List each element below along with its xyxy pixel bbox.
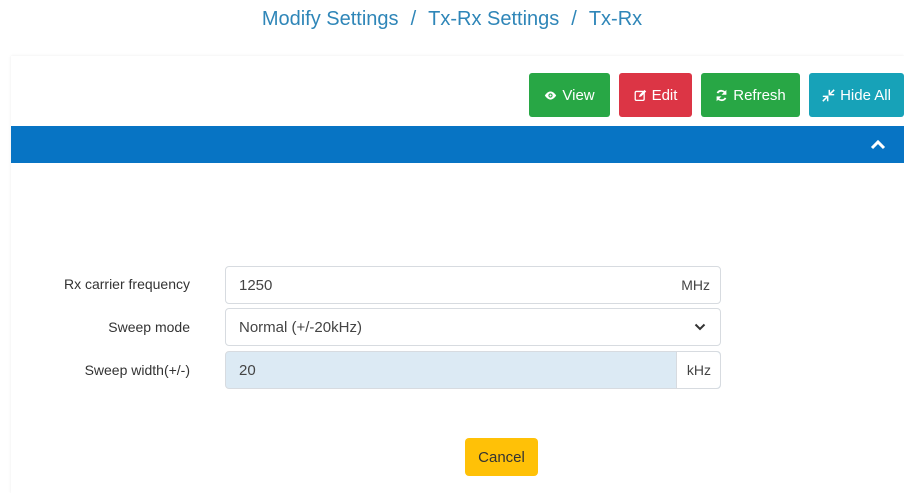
toolbar: View Edit Refresh Hide All xyxy=(0,73,904,117)
edit-button-label: Edit xyxy=(651,86,678,104)
sweep-mode-value: Normal (+/-20kHz) xyxy=(239,318,362,336)
sweep-width-unit: kHz xyxy=(675,352,720,388)
sweep-mode-select[interactable]: Normal (+/-20kHz) xyxy=(225,308,721,346)
sweep-mode-label: Sweep mode xyxy=(108,319,190,335)
view-button[interactable]: View xyxy=(529,73,610,117)
breadcrumb-item-tx-rx-settings[interactable]: Tx-Rx Settings xyxy=(428,8,559,30)
refresh-button[interactable]: Refresh xyxy=(701,73,800,117)
chevron-down-icon xyxy=(694,323,706,331)
sweep-width-label: Sweep width(+/-) xyxy=(84,362,190,378)
chevron-up-icon[interactable] xyxy=(870,138,886,150)
hide-all-button-label: Hide All xyxy=(840,86,891,104)
breadcrumb-separator: / xyxy=(571,8,577,30)
rx-carrier-frequency-label: Rx carrier frequency xyxy=(63,276,190,292)
section-header-bar xyxy=(11,126,904,163)
edit-button[interactable]: Edit xyxy=(619,73,692,117)
refresh-icon xyxy=(716,89,727,101)
breadcrumb-separator: / xyxy=(410,8,417,30)
eye-icon xyxy=(545,90,557,100)
refresh-button-label: Refresh xyxy=(733,86,786,104)
rx-carrier-frequency-unit: MHz xyxy=(681,277,710,293)
edit-icon xyxy=(634,89,646,101)
rx-carrier-frequency-value: 1250 xyxy=(239,276,273,294)
rx-carrier-frequency-field[interactable]: 1250 MHz xyxy=(225,266,721,304)
breadcrumb-item-tx-rx: Tx-Rx xyxy=(588,8,643,30)
view-button-label: View xyxy=(562,86,595,104)
hide-all-button[interactable]: Hide All xyxy=(809,73,904,117)
sweep-width-value: 20 xyxy=(239,361,256,379)
breadcrumb: Modify Settings / Tx-Rx Settings / Tx-Rx xyxy=(0,8,904,31)
compress-icon xyxy=(822,88,835,102)
breadcrumb-item-modify-settings[interactable]: Modify Settings xyxy=(262,8,399,30)
cancel-button[interactable]: Cancel xyxy=(465,438,538,476)
sweep-width-field[interactable]: 20 kHz xyxy=(225,351,721,389)
